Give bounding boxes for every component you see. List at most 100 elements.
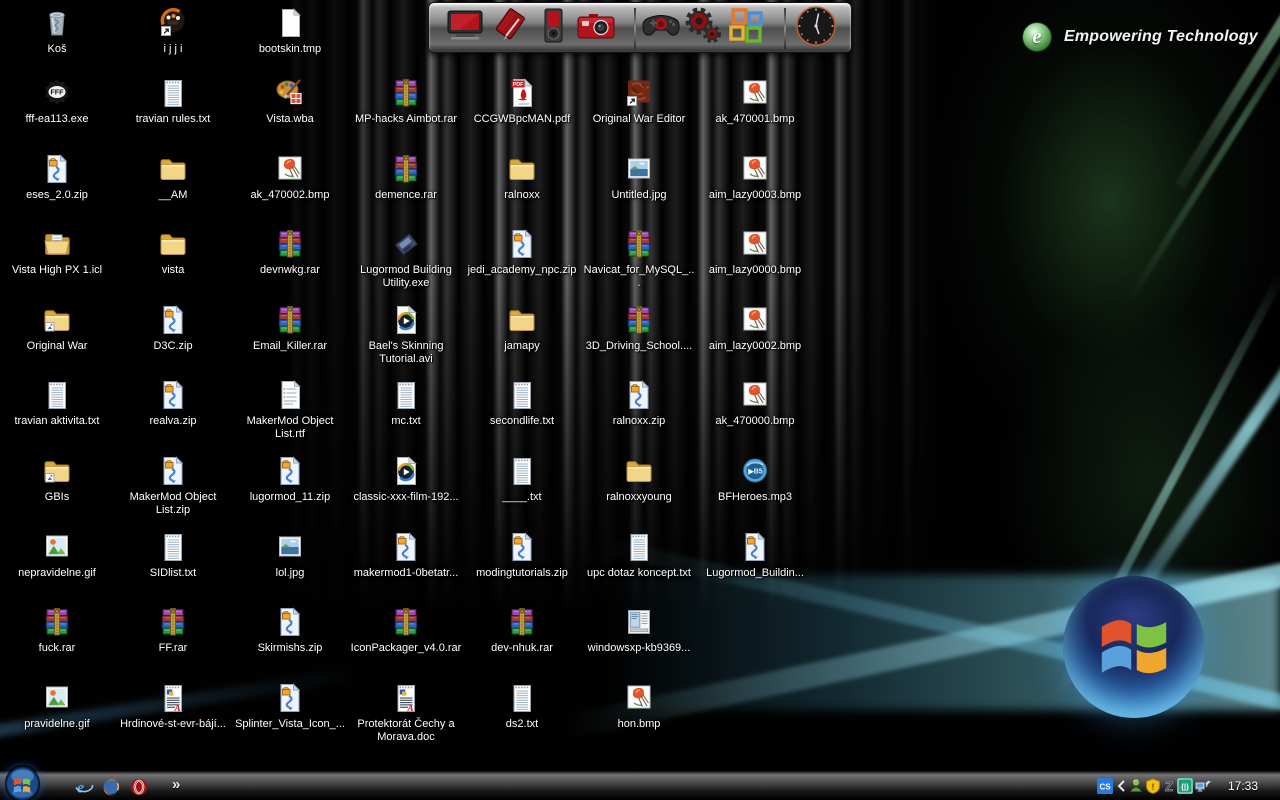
quick-launch-expand-chevron[interactable]: »	[172, 776, 180, 793]
desktop-icon-aim-lazy0002-bmp[interactable]: aim_lazy0002.bmp	[699, 303, 811, 353]
tray-network[interactable]	[1195, 778, 1211, 794]
desktop-icon-i-j-j-i[interactable]: i j j i	[117, 6, 229, 56]
desktop-icon-navicat-for-mysql[interactable]: Navicat_for_MySQL_...	[583, 227, 695, 290]
desktop-icon-dev-nhuk-rar[interactable]: dev-nhuk.rar	[466, 605, 578, 655]
file-blank-icon	[234, 6, 346, 40]
desktop-icon-label: pravidelne.gif	[1, 718, 113, 731]
desktop-icon-makermod1-0betatr[interactable]: makermod1-0betatr...	[350, 530, 462, 580]
bmp-icon	[699, 227, 811, 261]
desktop-icon-classic-xxx-film-192[interactable]: classic-xxx-film-192...	[350, 454, 462, 504]
desktop-icon-bael-s-skinning-tutorial-avi[interactable]: Bael's Skinning Tutorial.avi	[350, 303, 462, 366]
dock-item-media-player[interactable]	[531, 6, 575, 50]
desktop-icon-email-killer-rar[interactable]: Email_Killer.rar	[234, 303, 346, 353]
desktop-icon-travian-rules-txt[interactable]: travian rules.txt	[117, 76, 229, 126]
desktop-icon-realva-zip[interactable]: realva.zip	[117, 378, 229, 428]
bmp-icon	[699, 303, 811, 337]
desktop-icon-protektor-t-echy-a-morava-doc[interactable]: AProtektorát Čechy a Morava.doc	[350, 681, 462, 744]
desktop-icon-label: vista	[117, 264, 229, 277]
desktop-icon-ralnoxx-zip[interactable]: ralnoxx.zip	[583, 378, 695, 428]
tray-zonealarm[interactable]: Z	[1161, 778, 1177, 794]
txt-icon	[117, 530, 229, 564]
desktop-icon-label: bootskin.tmp	[234, 43, 346, 56]
desktop-icon-aim-lazy0000-bmp[interactable]: aim_lazy0000.bmp	[699, 227, 811, 277]
start-button[interactable]	[4, 765, 41, 800]
dock-item-camera[interactable]	[574, 6, 618, 50]
desktop-icon-ko[interactable]: Koš	[1, 6, 113, 56]
desktop-icon-fuck-rar[interactable]: fuck.rar	[1, 605, 113, 655]
desktop-icon-windowsxp-kb9369[interactable]: windowsxp-kb9369...	[583, 605, 695, 655]
desktop-icon-travian-aktivita-txt[interactable]: travian aktivita.txt	[1, 378, 113, 428]
desktop-icon-ak-470000-bmp[interactable]: ak_470000.bmp	[699, 378, 811, 428]
desktop-icon-ff-rar[interactable]: FF.rar	[117, 605, 229, 655]
tray-cs-app[interactable]: CS	[1097, 778, 1113, 794]
desktop-icon-txt[interactable]: ____.txt	[466, 454, 578, 504]
taskbar-clock[interactable]: 17:33	[1228, 779, 1274, 793]
desktop-icon-d3c-zip[interactable]: D3C.zip	[117, 303, 229, 353]
desktop-icon-mc-txt[interactable]: mc.txt	[350, 378, 462, 428]
desktop-icon-nepravidelne-gif[interactable]: nepravidelne.gif	[1, 530, 113, 580]
desktop-icon-skirmishs-zip[interactable]: Skirmishs.zip	[234, 605, 346, 655]
tray-media-codec[interactable]: (|)	[1177, 778, 1193, 794]
dock-item-games[interactable]	[639, 6, 683, 50]
desktop-icon-sidlist-txt[interactable]: SIDlist.txt	[117, 530, 229, 580]
desktop-icon-bfheroes-mp3[interactable]: ▶B5BFHeroes.mp3	[699, 454, 811, 504]
desktop-icon-ak-470002-bmp[interactable]: ak_470002.bmp	[234, 152, 346, 202]
desktop-icon-pravidelne-gif[interactable]: pravidelne.gif	[1, 681, 113, 731]
desktop-icon-makermod-object-list-zip[interactable]: MakerMod Object List.zip	[117, 454, 229, 517]
desktop-icon-fff-ea113-exe[interactable]: FFFfff-ea113.exe	[1, 76, 113, 126]
desktop-icon-untitled-jpg[interactable]: Untitled.jpg	[583, 152, 695, 202]
desktop-icon-iconpackager-v4-0-rar[interactable]: IconPackager_v4.0.rar	[350, 605, 462, 655]
desktop-icon-label: Koš	[1, 43, 113, 56]
desktop-icon-gbis[interactable]: GBIs	[1, 454, 113, 504]
quick-launch-internet-explorer[interactable]: e	[74, 777, 94, 797]
desktop-icon-mp-hacks-aimbot-rar[interactable]: MP-hacks Aimbot.rar	[350, 76, 462, 126]
desktop-icon-jedi-academy-npc-zip[interactable]: jedi_academy_npc.zip	[466, 227, 578, 277]
desktop-icon-lol-jpg[interactable]: lol.jpg	[234, 530, 346, 580]
desktop-icon-hon-bmp[interactable]: hon.bmp	[583, 681, 695, 731]
tray-security-alert[interactable]: !	[1145, 778, 1161, 794]
desktop-icon-splinter-vista-icon[interactable]: Splinter_Vista_Icon_...	[234, 681, 346, 731]
network-icon	[1195, 781, 1211, 798]
tray-messenger[interactable]	[1128, 778, 1144, 794]
desktop-icon-original-war-editor[interactable]: Original War Editor	[583, 76, 695, 126]
desktop-icon-ds2-txt[interactable]: ds2.txt	[466, 681, 578, 731]
desktop-icon-ak-470001-bmp[interactable]: ak_470001.bmp	[699, 76, 811, 126]
quick-launch-opera[interactable]	[129, 777, 149, 797]
desktop-icon-am[interactable]: __AM	[117, 152, 229, 202]
desktop-icon-ccgwbpcman-pdf[interactable]: PDFAdobeCCGWBpcMAN.pdf	[466, 76, 578, 126]
desktop-icon-grid: Koš i j j i bootskin.tmp FFFfff-ea113.exe tr…	[0, 0, 1280, 800]
desktop-icon-original-war[interactable]: Original War	[1, 303, 113, 353]
exe-fff-icon: FFF	[1, 76, 113, 110]
desktop-icon-demence-rar[interactable]: demence.rar	[350, 152, 462, 202]
desktop-icon-bootskin-tmp[interactable]: bootskin.tmp	[234, 6, 346, 56]
desktop-icon-aim-lazy0003-bmp[interactable]: aim_lazy0003.bmp	[699, 152, 811, 202]
desktop-icon-ralnoxxyoung[interactable]: ralnoxxyoung	[583, 454, 695, 504]
desktop-icon-label: devnwkg.rar	[234, 264, 346, 277]
desktop-icon-makermod-object-list-rtf[interactable]: MakerMod Object List.rtf	[234, 378, 346, 441]
dock-item-notes[interactable]	[488, 6, 532, 50]
dock-item-clock[interactable]	[794, 6, 838, 50]
desktop-icon-ralnoxx[interactable]: ralnoxx	[466, 152, 578, 202]
desktop-icon-label: travian rules.txt	[117, 113, 229, 126]
desktop-icon-eses-2-0-zip[interactable]: eses_2.0.zip	[1, 152, 113, 202]
desktop-icon-hrdinov-st-evr-b-j[interactable]: AHrdinové-st-evr-bájí...	[117, 681, 229, 731]
desktop-icon-modingtutorials-zip[interactable]: modingtutorials.zip	[466, 530, 578, 580]
desktop-icon-lugormod-11-zip[interactable]: lugormod_11.zip	[234, 454, 346, 504]
desktop-icon-secondlife-txt[interactable]: secondlife.txt	[466, 378, 578, 428]
desktop-icon-vista-wba[interactable]: Vista.wba	[234, 76, 346, 126]
dock-item-media-center[interactable]	[443, 6, 487, 50]
desktop-icon-lugormod-buildin[interactable]: Lugormod_Buildin...	[699, 530, 811, 580]
desktop-icon-jamapy[interactable]: jamapy	[466, 303, 578, 353]
desktop-icon-lugormod-building-utility-exe[interactable]: Lugormod Building Utility.exe	[350, 227, 462, 290]
desktop-icon-label: Original War Editor	[583, 113, 695, 126]
desktop-icon-devnwkg-rar[interactable]: devnwkg.rar	[234, 227, 346, 277]
desktop-icon-vista-high-px-1-icl[interactable]: Vista High PX 1.icl	[1, 227, 113, 277]
desktop-icon-vista[interactable]: vista	[117, 227, 229, 277]
desktop-icon-3d-driving-school[interactable]: 3D_Driving_School....	[583, 303, 695, 353]
quick-launch-firefox[interactable]	[101, 777, 121, 797]
desktop-icon-upc-dotaz-koncept-txt[interactable]: upc dotaz koncept.txt	[583, 530, 695, 580]
dock-item-office[interactable]	[724, 6, 768, 50]
dock-item-settings[interactable]	[681, 6, 725, 50]
zip-icon	[583, 378, 695, 412]
desktop-icon-label: ds2.txt	[466, 718, 578, 731]
